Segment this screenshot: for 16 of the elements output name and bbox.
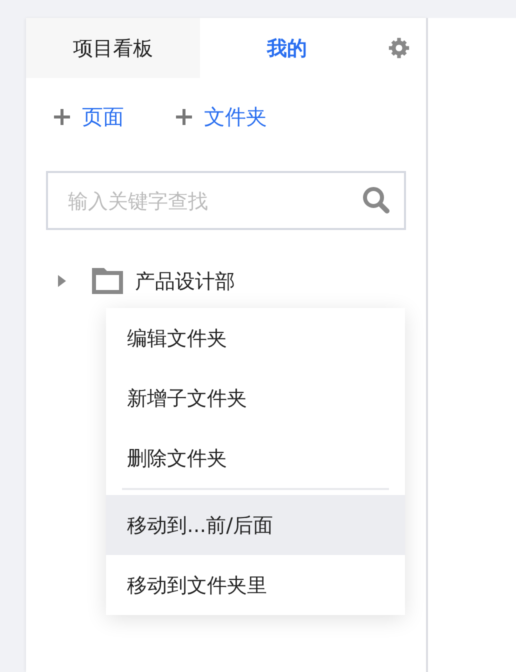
caret-icon[interactable]: [56, 275, 68, 287]
add-button[interactable]: 页面: [54, 103, 124, 131]
tab[interactable]: 项目看板: [26, 18, 200, 78]
menu-item[interactable]: 新增子文件夹: [106, 368, 405, 428]
add-button[interactable]: 文件夹: [176, 103, 267, 131]
menu-item[interactable]: 编辑文件夹: [106, 308, 405, 368]
settings-icon[interactable]: [388, 37, 410, 59]
plus-icon: [176, 109, 192, 125]
folder-icon: [92, 268, 123, 294]
tree-item[interactable]: 产品设计部: [56, 266, 426, 296]
menu-item[interactable]: 删除文件夹: [106, 428, 405, 488]
search-icon[interactable]: [362, 186, 390, 214]
plus-icon: [54, 109, 70, 125]
search-field[interactable]: 输入关键字查找: [46, 171, 406, 230]
menu-item[interactable]: 移动到...前/后面: [106, 495, 405, 555]
menu-item[interactable]: 移动到文件夹里: [106, 555, 405, 615]
